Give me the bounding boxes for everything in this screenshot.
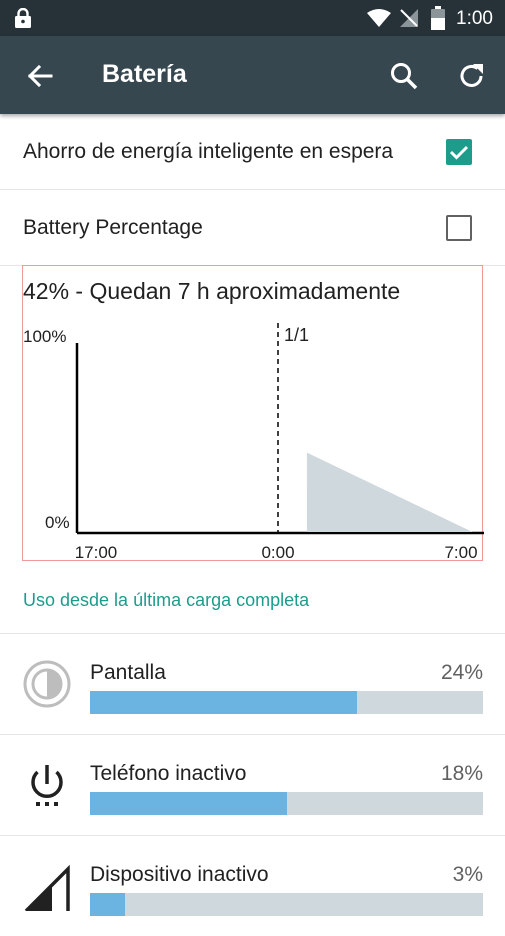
smart-standby-checkbox[interactable] [446, 139, 472, 165]
wifi-icon [367, 9, 391, 27]
usage-item-device-idle[interactable]: Dispositivo inactivo 3% [0, 836, 505, 936]
app-bar: Batería [0, 36, 505, 114]
usage-item-percent: 3% [452, 863, 483, 886]
usage-item-name: Teléfono inactivo [90, 762, 247, 785]
battery-history-chart[interactable]: 42% - Quedan 7 h aproximadamente 100% 0%… [22, 265, 484, 562]
usage-bar [90, 691, 483, 714]
usage-bar [90, 792, 483, 815]
usage-item-percent: 18% [440, 762, 483, 785]
status-bar: 1:00 [0, 0, 505, 36]
usage-item-percent: 24% [440, 661, 483, 684]
search-icon[interactable] [388, 60, 420, 92]
usage-item-screen[interactable]: Pantalla 24% [0, 634, 505, 734]
y-tick-label-top: 100% [23, 327, 66, 346]
x-tick-label-end: 7:00 [444, 543, 477, 562]
screen-brightness-icon [23, 660, 71, 708]
marker-label: 1/1 [284, 325, 309, 345]
x-tick-label-mid: 0:00 [261, 543, 294, 562]
x-tick-label-start: 17:00 [75, 543, 118, 562]
lock-icon [15, 8, 31, 28]
chart-plot: 100% 0% 1/1 17:00 0:00 7:00 [23, 323, 484, 562]
usage-item-name: Dispositivo inactivo [90, 863, 269, 886]
back-arrow-icon[interactable] [24, 61, 54, 91]
usage-bar-fill [90, 893, 126, 916]
page-title: Batería [102, 60, 187, 88]
y-tick-label-bottom: 0% [45, 513, 70, 532]
usage-bar [90, 893, 483, 916]
usage-bar-fill [90, 691, 358, 714]
usage-bar-fill [90, 792, 287, 815]
battery-percentage-setting[interactable]: Battery Percentage [0, 190, 505, 266]
no-signal-icon [400, 9, 418, 27]
battery-percentage-label: Battery Percentage [23, 216, 203, 239]
status-time: 1:00 [456, 8, 493, 29]
battery-percentage-checkbox[interactable] [446, 215, 472, 241]
check-icon [449, 145, 469, 160]
usage-section-header: Uso desde la última carga completa [23, 590, 310, 610]
battery-icon [431, 6, 445, 30]
refresh-icon[interactable] [456, 60, 488, 92]
estimate-area [306, 452, 473, 532]
cell-signal-icon [24, 864, 70, 911]
usage-item-name: Pantalla [90, 661, 166, 684]
smart-standby-setting[interactable]: Ahorro de energía inteligente en espera [0, 114, 505, 190]
power-icon [31, 765, 63, 806]
smart-standby-label: Ahorro de energía inteligente en espera [23, 140, 394, 163]
usage-item-phone-idle[interactable]: Teléfono inactivo 18% [0, 735, 505, 835]
